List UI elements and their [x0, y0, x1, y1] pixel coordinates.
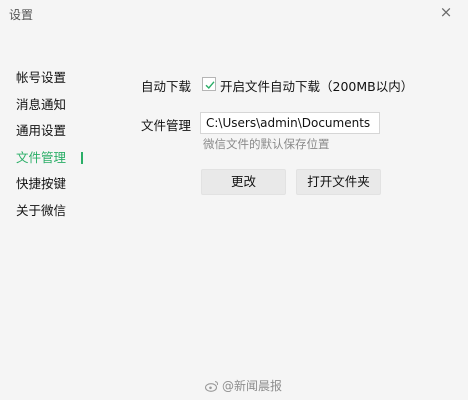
sidebar-item-file-management[interactable]: 文件管理 [16, 148, 96, 175]
checkmark-icon [205, 81, 215, 90]
sidebar-item-about[interactable]: 关于微信 [16, 201, 96, 228]
change-path-button[interactable]: 更改 [201, 169, 286, 195]
file-management-label: 文件管理 [141, 118, 192, 133]
file-path-field[interactable] [200, 112, 380, 134]
sidebar-item-account[interactable]: 帐号设置 [16, 68, 96, 95]
active-indicator [81, 151, 83, 164]
watermark: @新闻晨报 [205, 377, 282, 394]
file-path-hint: 微信文件的默认保存位置 [203, 137, 330, 151]
auto-download-label: 自动下载 [141, 79, 192, 94]
open-folder-button[interactable]: 打开文件夹 [296, 169, 381, 195]
close-icon[interactable]: × [438, 4, 454, 20]
sidebar-item-notifications[interactable]: 消息通知 [16, 95, 96, 122]
window-title: 设置 [9, 8, 34, 22]
auto-download-checkbox[interactable] [202, 77, 216, 91]
sidebar-item-shortcuts[interactable]: 快捷按键 [16, 174, 96, 201]
watermark-text: @新闻晨报 [222, 379, 283, 393]
sidebar-item-general[interactable]: 通用设置 [16, 121, 96, 148]
settings-sidebar: 帐号设置 消息通知 通用设置 文件管理 快捷按键 关于微信 [16, 68, 96, 228]
sidebar-item-label: 文件管理 [16, 149, 67, 165]
weibo-icon [205, 381, 219, 392]
auto-download-checkbox-label[interactable]: 开启文件自动下载（200MB以内） [220, 76, 413, 95]
